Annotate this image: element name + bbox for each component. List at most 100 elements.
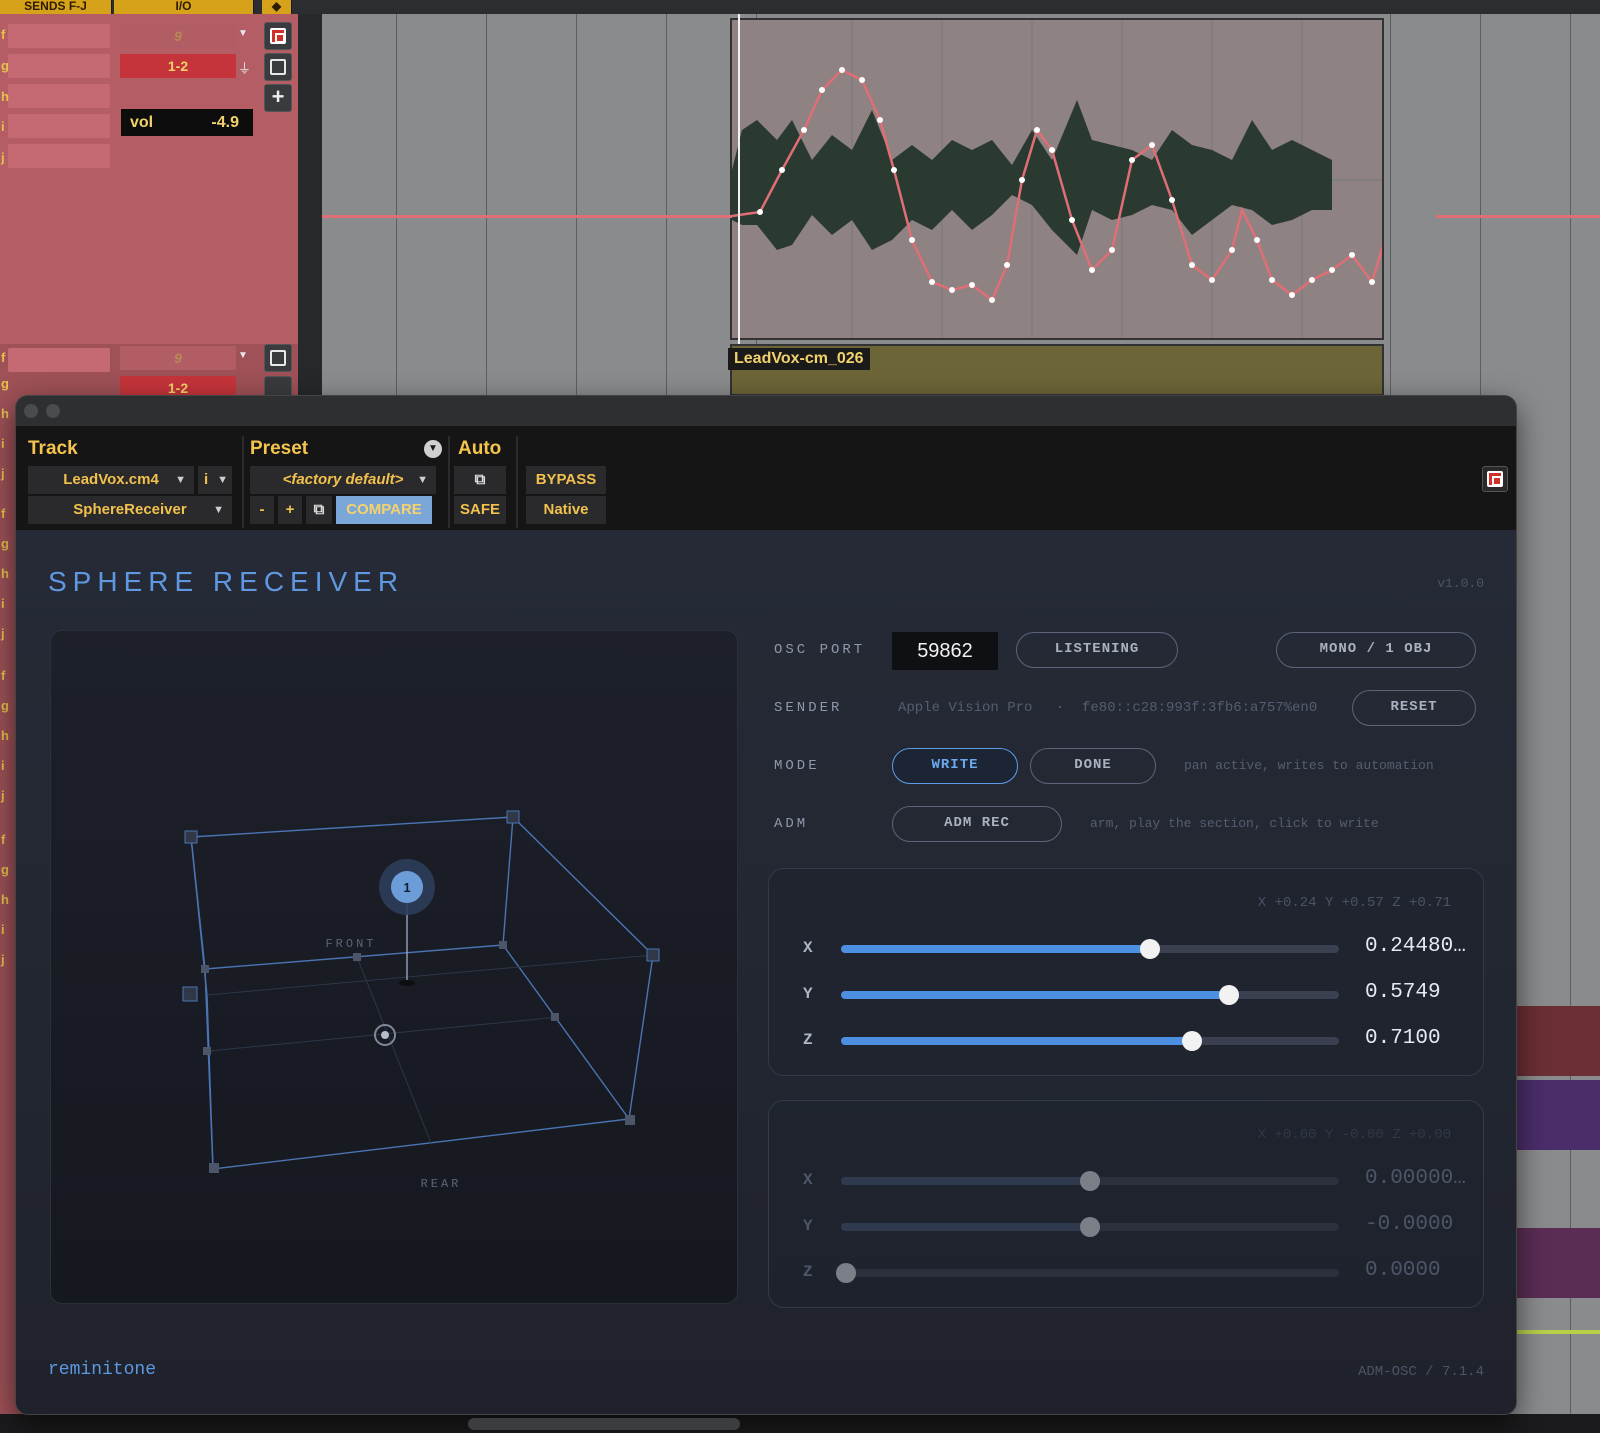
horizontal-scrollbar[interactable]: [468, 1418, 740, 1430]
write-button[interactable]: WRITE: [892, 748, 1018, 784]
plugin-title: SPHERE RECEIVER: [48, 566, 405, 597]
send-letter: h: [1, 892, 9, 907]
insert-icon: [270, 28, 286, 44]
insert-button[interactable]: [264, 344, 292, 372]
compare-button[interactable]: COMPARE: [336, 496, 432, 524]
send-slot[interactable]: [8, 348, 110, 372]
send-slot[interactable]: [8, 54, 110, 78]
send-letter: j: [1, 626, 5, 641]
playhead[interactable]: [738, 14, 740, 344]
track-1-panel[interactable]: f g h i j 9 ▼ 1-2 ⏚ vol -4.9 +: [0, 14, 298, 344]
insert-icon: [270, 350, 286, 366]
sends-header[interactable]: SENDS F-J: [0, 0, 112, 14]
send-letter: f: [1, 27, 6, 42]
done-button[interactable]: DONE: [1030, 748, 1156, 784]
safe-button[interactable]: SAFE: [454, 496, 506, 524]
audio-region[interactable]: [730, 18, 1394, 340]
track-strip[interactable]: [1516, 1006, 1600, 1076]
listening-button[interactable]: LISTENING: [1016, 632, 1178, 668]
reset-button[interactable]: RESET: [1352, 690, 1476, 726]
slider-thumb[interactable]: [1139, 939, 1160, 959]
plugin-window: Track Preset ▼ Auto LeadVox.cm4 ▼ i ▼ Sphe…: [16, 396, 1516, 1414]
minimize-button[interactable]: [46, 404, 60, 418]
track-strip[interactable]: [1516, 1228, 1600, 1298]
output-selector[interactable]: 1-2: [120, 54, 236, 78]
adm-rec-button[interactable]: ADM REC: [892, 806, 1062, 842]
send-letter: g: [1, 58, 9, 73]
slider-thumb[interactable]: [835, 1263, 856, 1283]
send-letter: g: [1, 698, 9, 713]
input-selector[interactable]: 9: [120, 24, 236, 48]
send-letter: g: [1, 862, 9, 877]
preset-selector[interactable]: <factory default> ▼: [250, 466, 436, 494]
window-titlebar[interactable]: [16, 396, 1516, 426]
osc-port-input[interactable]: 59862: [892, 632, 998, 670]
send-letter: h: [1, 728, 9, 743]
send-slot[interactable]: [8, 84, 110, 108]
volume-value: -4.9: [211, 114, 239, 131]
preset-prev-button[interactable]: -: [250, 496, 274, 524]
object-1-card: X +0.24 Y +0.57 Z +0.71 X 0.24480… Y 0.5…: [768, 868, 1484, 1076]
y-slider[interactable]: [841, 985, 1339, 1005]
plugin-header: Track Preset ▼ Auto LeadVox.cm4 ▼ i ▼ Sphe…: [16, 426, 1516, 530]
send-slot[interactable]: [8, 114, 110, 138]
auto-window-icon[interactable]: ⧉: [454, 466, 506, 494]
waveform-automation[interactable]: [731, 20, 1394, 338]
axis-label: Y: [803, 1217, 813, 1235]
preset-next-button[interactable]: +: [278, 496, 302, 524]
y-slider[interactable]: [841, 1217, 1339, 1237]
channel-selector[interactable]: i ▼: [198, 466, 232, 494]
send-letter: g: [1, 536, 9, 551]
region-name[interactable]: LeadVox-cm_026: [728, 348, 870, 370]
input-selector[interactable]: 9: [120, 346, 236, 370]
slider-thumb[interactable]: [1182, 1031, 1203, 1051]
send-slot[interactable]: [8, 24, 110, 48]
native-button[interactable]: Native: [526, 496, 606, 524]
sender-separator: ·: [1056, 700, 1065, 716]
sender-address: fe80::c28:993f:3fb6:a757%en0: [1082, 700, 1318, 716]
version-label: v1.0.0: [1437, 576, 1484, 591]
copy-icon[interactable]: ⧉: [306, 496, 332, 524]
chevron-down-icon: ▼: [217, 474, 228, 486]
brand-label[interactable]: reminitone: [48, 1360, 156, 1380]
send-letter: j: [1, 466, 5, 481]
target-button[interactable]: [1482, 466, 1508, 492]
track-strip[interactable]: [1516, 1330, 1600, 1334]
slider-fill: [841, 945, 1150, 953]
io-header[interactable]: I/O: [114, 0, 254, 14]
send-letter: i: [1, 596, 5, 611]
track-selector[interactable]: LeadVox.cm4 ▼: [28, 466, 194, 494]
preset-menu-icon[interactable]: ▼: [424, 440, 442, 458]
bypass-button[interactable]: BYPASS: [526, 466, 606, 494]
plugin-selector[interactable]: SphereReceiver ▼: [28, 496, 232, 524]
send-slot[interactable]: [8, 144, 110, 168]
send-letter: i: [1, 119, 5, 134]
z-slider[interactable]: [835, 1263, 1339, 1283]
comments-button[interactable]: [264, 53, 292, 81]
slider-thumb[interactable]: [1080, 1171, 1100, 1191]
room-cube-diagram[interactable]: 1 FRONT REAR: [51, 631, 739, 1305]
mono-mode-button[interactable]: MONO / 1 OBJ: [1276, 632, 1476, 668]
axis-label: X: [803, 939, 813, 957]
add-button[interactable]: +: [264, 84, 292, 112]
preset-label: Preset: [250, 438, 309, 459]
x-slider[interactable]: [841, 939, 1339, 959]
close-button[interactable]: [24, 404, 38, 418]
z-slider[interactable]: [841, 1031, 1339, 1051]
marker-icon[interactable]: ◆: [262, 0, 292, 14]
send-letter: j: [1, 952, 5, 967]
send-letter: f: [1, 350, 6, 365]
adm-label: ADM: [774, 816, 809, 832]
volume-readout[interactable]: vol -4.9: [121, 109, 253, 136]
slider-thumb[interactable]: [1080, 1217, 1100, 1237]
track-name: LeadVox.cm4: [63, 471, 159, 488]
send-letter: f: [1, 832, 6, 847]
send-letter: g: [1, 376, 9, 391]
room-viewport[interactable]: 1 FRONT REAR: [50, 630, 738, 1304]
send-letter: f: [1, 506, 6, 521]
adm-hint: arm, play the section, click to write: [1090, 816, 1379, 831]
slider-thumb[interactable]: [1219, 985, 1240, 1005]
insert-button[interactable]: [264, 22, 292, 50]
x-slider[interactable]: [841, 1171, 1339, 1191]
track-strip[interactable]: [1516, 1080, 1600, 1150]
